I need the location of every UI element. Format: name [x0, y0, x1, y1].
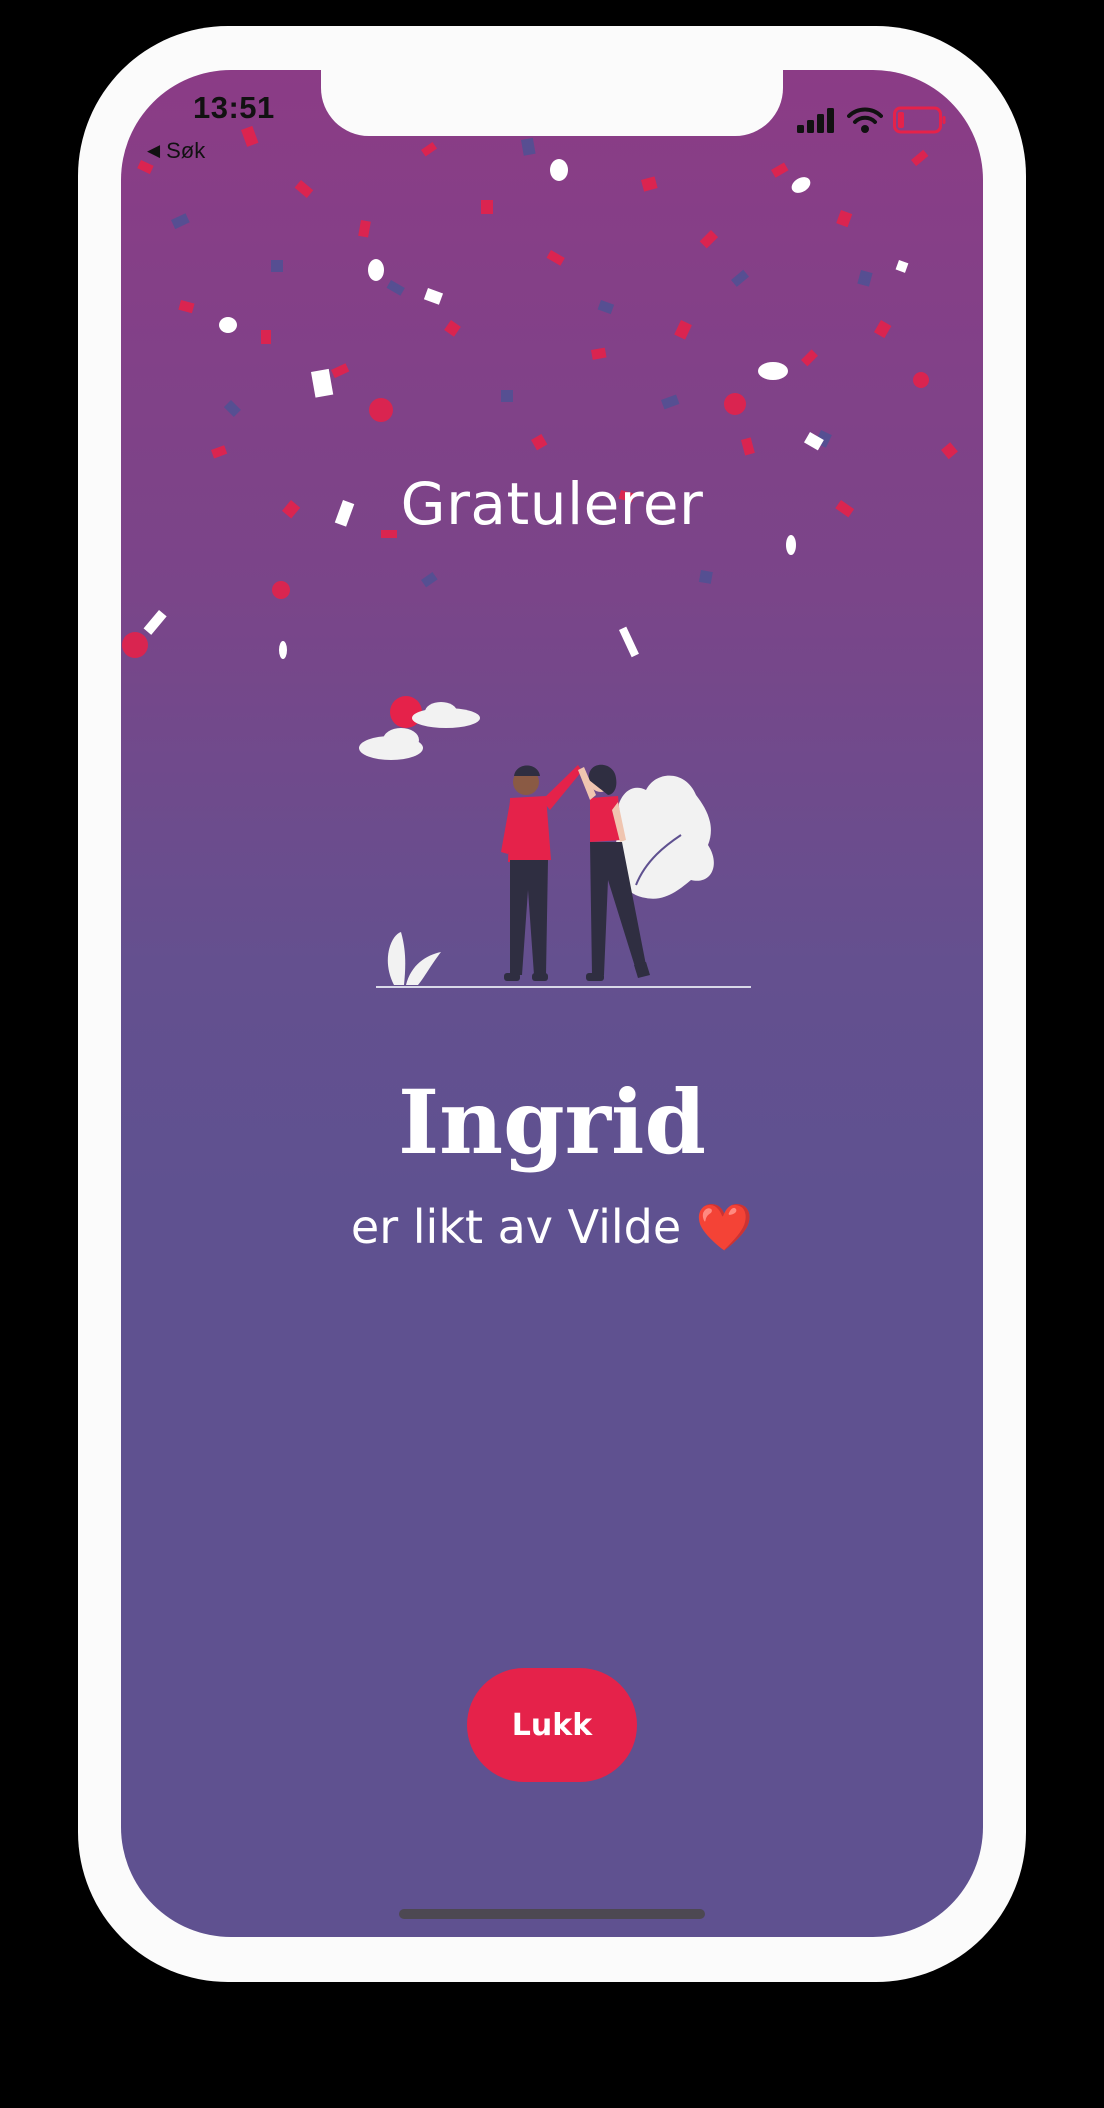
back-arrow-icon: ◀ [147, 141, 161, 160]
back-to-search-link[interactable]: ◀ Søk [147, 138, 205, 164]
congrats-heading: Gratulerer [400, 470, 704, 538]
close-button[interactable]: Lukk [467, 1668, 637, 1782]
back-link-label: Søk [166, 138, 206, 163]
confetti-decoration [122, 125, 958, 659]
status-icons [797, 106, 947, 134]
home-indicator[interactable] [399, 1909, 705, 1919]
leaf-icon [387, 932, 406, 985]
app-stage: 13:51 ◀ Søk Gratulerer Ingrid er likt av… [0, 0, 1104, 2108]
bush-icon [614, 775, 714, 899]
cloud-icon [359, 696, 480, 760]
matched-name: Ingrid [398, 1070, 706, 1174]
status-time: 13:51 [193, 90, 275, 125]
screen: 13:51 ◀ Søk Gratulerer Ingrid er likt av… [121, 70, 983, 1937]
high-five-illustration [359, 696, 751, 988]
cellular-signal-icon [797, 108, 834, 133]
man-figure [501, 765, 582, 981]
wifi-icon [847, 107, 883, 133]
battery-low-icon [893, 106, 946, 134]
phone-notch [321, 70, 783, 136]
liked-by-text: er likt av Vilde ❤️ [350, 1200, 754, 1254]
